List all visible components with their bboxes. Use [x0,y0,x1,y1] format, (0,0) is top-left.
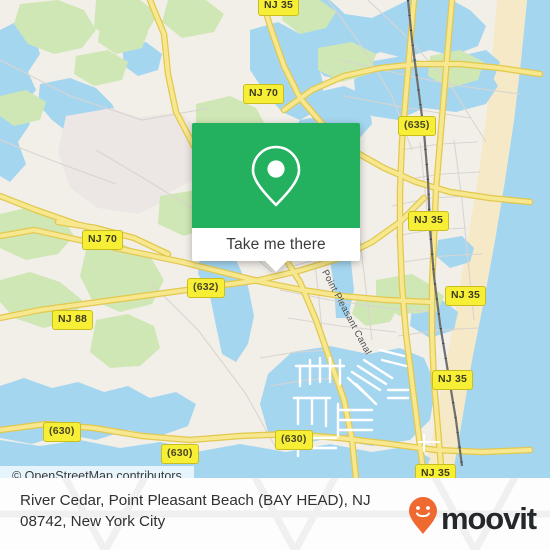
road-shield[interactable]: (632) [187,278,225,298]
take-me-there-label: Take me there [226,235,326,253]
callout-footer[interactable]: Take me there [192,228,360,272]
road-shield[interactable]: (630) [161,444,199,464]
map-screenshot: NJ 35 NJ 70 (635) NJ 35 NJ 70 (632) NJ 3… [0,0,550,550]
address-line-2: 08742, New York City [20,513,166,530]
road-shield[interactable]: (630) [275,430,313,450]
callout-header [192,123,360,228]
footer-bar: River Cedar, Point Pleasant Beach (BAY H… [0,478,550,550]
road-shield[interactable]: NJ 35 [408,211,450,231]
road-shield[interactable]: (635) [398,116,436,136]
road-shield[interactable]: NJ 35 [415,464,457,478]
moovit-pin-smiley-icon [408,496,438,541]
place-callout-card[interactable]: Take me there [192,123,360,272]
map-pin-icon [250,144,302,208]
map-canvas[interactable]: NJ 35 NJ 70 (635) NJ 35 NJ 70 (632) NJ 3… [0,0,550,478]
address-line-1: River Cedar, Point Pleasant Beach (BAY H… [20,492,371,509]
road-shield[interactable]: NJ 88 [52,310,94,330]
place-address: River Cedar, Point Pleasant Beach (BAY H… [20,490,410,532]
road-shield[interactable]: (630) [43,422,81,442]
moovit-wordmark: moovit [440,501,537,536]
osm-attribution[interactable]: © OpenStreetMap contributors [0,466,194,478]
road-shield[interactable]: NJ 35 [445,286,487,306]
road-shield[interactable]: NJ 70 [243,84,285,104]
road-shield[interactable]: NJ 35 [258,0,300,16]
callout-tail [265,261,287,272]
road-shield[interactable]: NJ 35 [432,370,474,390]
moovit-logo[interactable]: moovit [408,496,537,541]
road-shield[interactable]: NJ 70 [82,230,124,250]
